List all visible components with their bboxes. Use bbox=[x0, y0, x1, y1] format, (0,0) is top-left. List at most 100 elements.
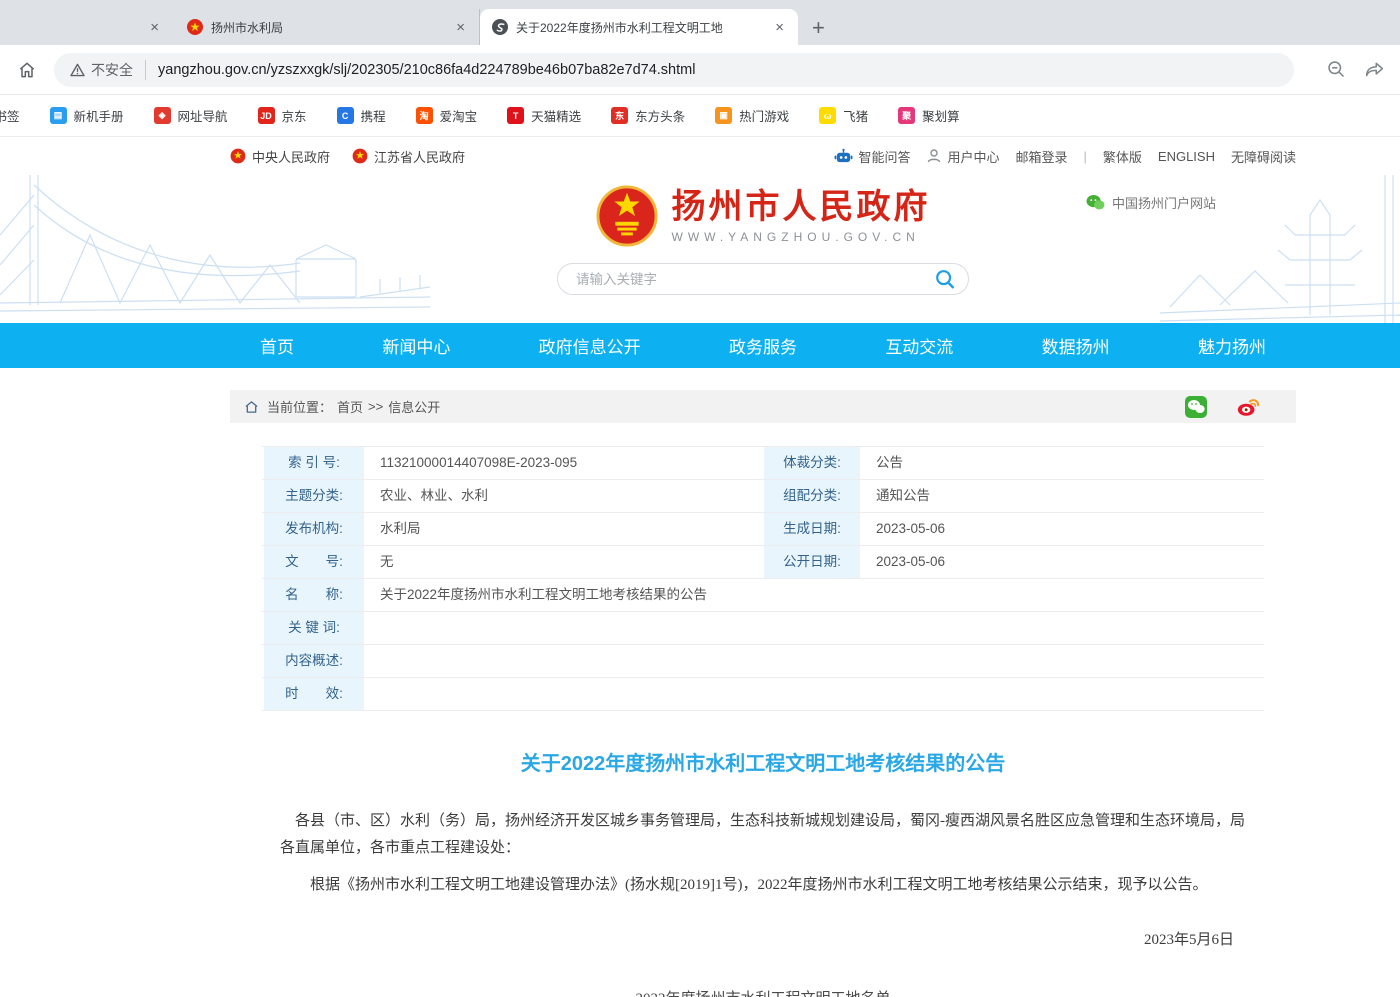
mail-login-link[interactable]: 邮箱登录 bbox=[1015, 147, 1067, 166]
table-row: 索 引 号: 11321000014407098E-2023-095 体裁分类:… bbox=[262, 447, 1264, 480]
tab-title: 关于2022年度扬州市水利工程文明工地 bbox=[516, 19, 763, 36]
page-content: 当前位置： 首页 >> 信息公开 索 引 号: 1132100001440709… bbox=[230, 390, 1296, 997]
bookmark-icon: 东 bbox=[611, 107, 628, 124]
bookmark-icon: 淘 bbox=[416, 107, 433, 124]
breadcrumb-separator: >> bbox=[368, 399, 383, 414]
smart-qa-link[interactable]: 智能问答 bbox=[834, 147, 910, 166]
new-tab-button[interactable]: + bbox=[812, 17, 825, 39]
breadcrumb: 当前位置： 首页 >> 信息公开 bbox=[230, 390, 1296, 423]
traditional-link[interactable]: 繁体版 bbox=[1103, 147, 1142, 166]
bookmark-item[interactable]: 淘 爱淘宝 bbox=[416, 106, 478, 125]
breadcrumb-current[interactable]: 信息公开 bbox=[388, 397, 440, 416]
emblem-icon bbox=[352, 148, 368, 164]
table-row: 内容概述: bbox=[262, 645, 1264, 678]
warning-icon bbox=[70, 63, 85, 77]
tab-shuiliju[interactable]: 扬州市水利局 × bbox=[175, 9, 480, 45]
nav-charm[interactable]: 魅力扬州 bbox=[1198, 333, 1266, 358]
site-banner: 扬州市人民政府 WWW.YANGZHOU.GOV.CN 中国扬州门户网站 bbox=[0, 175, 1400, 323]
user-icon bbox=[926, 148, 942, 164]
main-nav: 首页 新闻中心 政府信息公开 政务服务 互动交流 数据扬州 魅力扬州 bbox=[0, 323, 1400, 368]
url-bar[interactable]: 不安全 yangzhou.gov.cn/yzszxxgk/slj/202305/… bbox=[54, 53, 1294, 87]
bookmark-icon: ▣ bbox=[715, 107, 732, 124]
site-url: WWW.YANGZHOU.GOV.CN bbox=[672, 230, 931, 244]
breadcrumb-home-link[interactable]: 首页 bbox=[337, 397, 363, 416]
weibo-share-icon[interactable] bbox=[1236, 395, 1260, 419]
utility-links: 智能问答 用户中心 邮箱登录 | 繁体版 ENGLISH 无障碍阅读 bbox=[834, 147, 1296, 166]
zoom-out-icon[interactable] bbox=[1324, 58, 1348, 82]
bookmark-icon: ω bbox=[819, 107, 836, 124]
bookmark-icon: ◈ bbox=[154, 107, 171, 124]
bookmark-icon: T bbox=[507, 107, 524, 124]
link-central-gov[interactable]: 中央人民政府 bbox=[230, 147, 330, 166]
english-link[interactable]: ENGLISH bbox=[1158, 149, 1215, 164]
emblem-icon bbox=[230, 148, 246, 164]
article-title: 关于2022年度扬州市水利工程文明工地考核结果的公告 bbox=[230, 747, 1296, 776]
robot-icon bbox=[834, 148, 853, 165]
close-icon[interactable]: × bbox=[771, 20, 788, 35]
url-text[interactable]: yangzhou.gov.cn/yzszxxgk/slj/202305/210c… bbox=[146, 62, 695, 78]
user-center-link[interactable]: 用户中心 bbox=[926, 147, 999, 166]
nav-data[interactable]: 数据扬州 bbox=[1042, 333, 1110, 358]
security-label: 不安全 bbox=[91, 60, 133, 80]
table-row: 名 称: 关于2022年度扬州市水利工程文明工地考核结果的公告 bbox=[262, 579, 1264, 612]
bookmark-item[interactable]: ▣ 热门游戏 bbox=[715, 106, 789, 125]
close-icon[interactable]: × bbox=[146, 20, 163, 35]
portal-label: 中国扬州门户网站 bbox=[1112, 193, 1216, 212]
nav-news[interactable]: 新闻中心 bbox=[382, 333, 450, 358]
bookmark-item[interactable]: ▤ 新机手册 bbox=[50, 106, 124, 125]
table-row: 文 号: 无 公开日期: 2023-05-06 bbox=[262, 546, 1264, 579]
emblem-favicon-icon bbox=[187, 19, 203, 35]
nav-interaction[interactable]: 互动交流 bbox=[885, 333, 953, 358]
site-utility-bar: 中央人民政府 江苏省人民政府 智能问答 用户中心 邮箱登录 | 繁体版 bbox=[0, 137, 1400, 175]
article-paragraph: 各县（市、区）水利（务）局，扬州经济开发区城乡事务管理局，生态科技新城规划建设局… bbox=[280, 808, 1246, 862]
site-search[interactable] bbox=[557, 263, 969, 295]
accessibility-link[interactable]: 无障碍阅读 bbox=[1231, 147, 1296, 166]
site-logo[interactable]: 扬州市人民政府 WWW.YANGZHOU.GOV.CN bbox=[596, 185, 931, 247]
bookmark-icon: ▤ bbox=[50, 107, 67, 124]
nav-info-disclosure[interactable]: 政府信息公开 bbox=[539, 333, 641, 358]
wechat-icon bbox=[1086, 194, 1105, 211]
table-row: 时 效: bbox=[262, 678, 1264, 711]
bookmark-item[interactable]: 东 东方头条 bbox=[611, 106, 685, 125]
table-row: 关 键 词: bbox=[262, 612, 1264, 645]
article-body: 各县（市、区）水利（务）局，扬州经济开发区城乡事务管理局，生态科技新城规划建设局… bbox=[230, 808, 1296, 997]
nav-services[interactable]: 政务服务 bbox=[729, 333, 797, 358]
share-icon[interactable] bbox=[1362, 58, 1386, 82]
bookmark-icon: 聚 bbox=[898, 107, 915, 124]
table-row: 发布机构: 水利局 生成日期: 2023-05-06 bbox=[262, 513, 1264, 546]
bookmark-icon: C bbox=[337, 107, 354, 124]
table-row: 主题分类: 农业、林业、水利 组配分类: 通知公告 bbox=[262, 480, 1264, 513]
bookmarks-bar: 机书签 ▤ 新机手册 ◈ 网址导航 JD 京东 C 携程 淘 爱淘宝 T 天猫精… bbox=[0, 95, 1400, 137]
article-paragraph: 根据《扬州市水利工程文明工地建设管理办法》(扬水规[2019]1号)，2022年… bbox=[280, 872, 1246, 899]
article-date: 2023年5月6日 bbox=[280, 927, 1246, 954]
nav-home[interactable]: 首页 bbox=[260, 333, 294, 358]
portal-badge[interactable]: 中国扬州门户网站 bbox=[1086, 193, 1216, 212]
home-icon[interactable] bbox=[244, 400, 259, 414]
document-meta-table: 索 引 号: 11321000014407098E-2023-095 体裁分类:… bbox=[262, 446, 1264, 711]
security-chip[interactable]: 不安全 bbox=[70, 60, 146, 80]
home-icon[interactable] bbox=[14, 57, 40, 83]
browser-tab-bar: × 扬州市水利局 × 关于2022年度扬州市水利工程文明工地 × + bbox=[0, 0, 1400, 45]
gov-links: 中央人民政府 江苏省人民政府 bbox=[230, 147, 465, 166]
wechat-share-icon[interactable] bbox=[1184, 395, 1208, 419]
bookmark-item[interactable]: T 天猫精选 bbox=[507, 106, 581, 125]
browser-toolbar: 不安全 yangzhou.gov.cn/yzszxxgk/slj/202305/… bbox=[0, 45, 1400, 95]
site-favicon-icon bbox=[492, 19, 508, 35]
bookmark-item[interactable]: 聚 聚划算 bbox=[898, 106, 960, 125]
bookmark-item[interactable]: ω 飞猪 bbox=[819, 106, 868, 125]
tab-active-article[interactable]: 关于2022年度扬州市水利工程文明工地 × bbox=[480, 9, 798, 45]
search-input[interactable] bbox=[576, 272, 934, 287]
bookmark-item[interactable]: 机书签 bbox=[0, 106, 20, 125]
article-list-title: 2022年度扬州市水利工程文明工地名单 bbox=[280, 986, 1246, 997]
national-emblem-icon bbox=[596, 185, 658, 247]
site-title: 扬州市人民政府 bbox=[672, 188, 931, 227]
breadcrumb-label: 当前位置： bbox=[267, 397, 332, 416]
tab-title: 扬州市水利局 bbox=[211, 19, 444, 36]
link-jiangsu-gov[interactable]: 江苏省人民政府 bbox=[352, 147, 465, 166]
close-icon[interactable]: × bbox=[452, 20, 469, 35]
bookmark-item[interactable]: ◈ 网址导航 bbox=[154, 106, 228, 125]
tab-partial[interactable]: × bbox=[0, 9, 175, 45]
search-icon[interactable] bbox=[934, 268, 956, 290]
bookmark-item[interactable]: JD 京东 bbox=[258, 106, 307, 125]
bookmark-item[interactable]: C 携程 bbox=[337, 106, 386, 125]
